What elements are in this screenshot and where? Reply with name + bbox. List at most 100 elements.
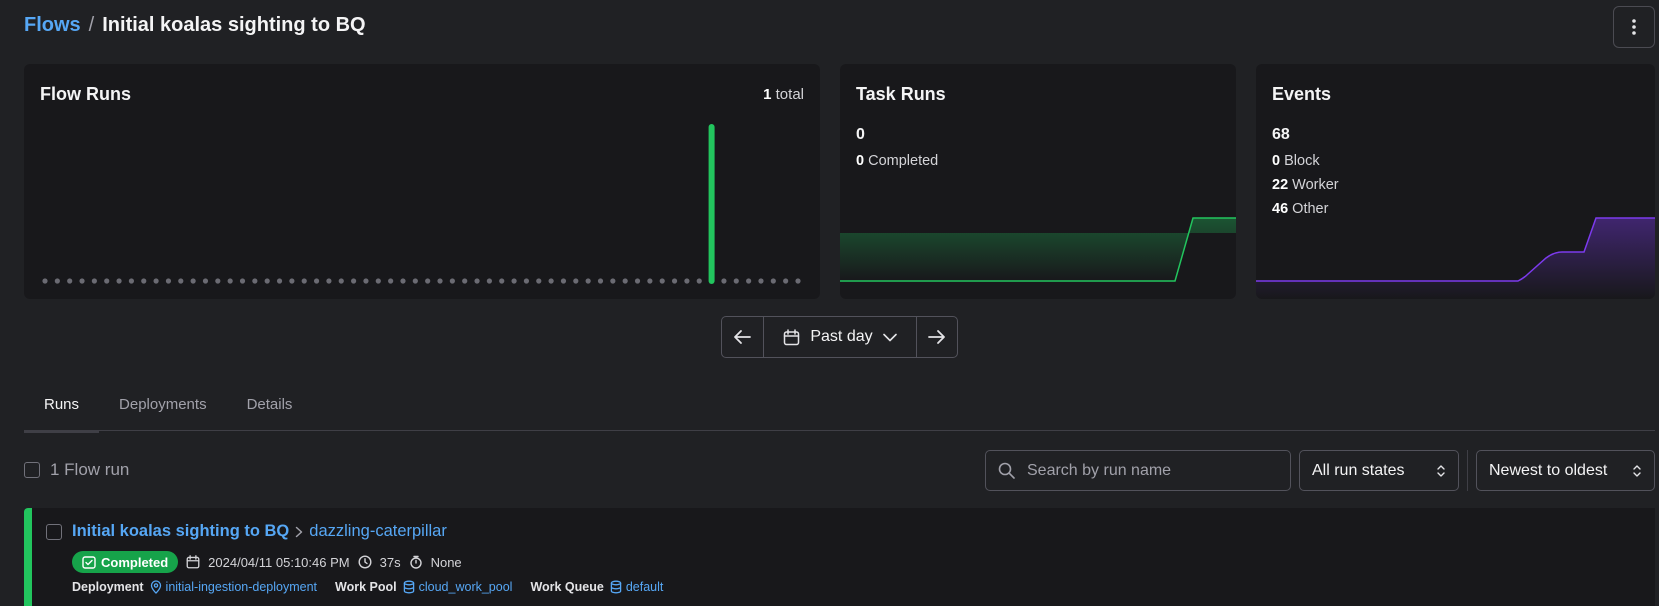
empty-bucket-dot <box>647 278 653 284</box>
empty-bucket-dot <box>54 278 60 284</box>
toolbar-divider <box>1467 450 1468 491</box>
events-sparkline <box>1256 217 1655 299</box>
events-block-label: Block <box>1284 153 1320 169</box>
empty-bucket-dot <box>610 278 616 284</box>
empty-bucket-dot <box>104 278 110 284</box>
task-runs-card: Task Runs 0 0 Completed <box>840 64 1236 299</box>
empty-bucket-dot <box>499 278 505 284</box>
deployment-label: Deployment <box>72 580 144 594</box>
empty-bucket-dot <box>511 278 517 284</box>
empty-bucket-dot <box>227 278 233 284</box>
run-flow-link[interactable]: Initial koalas sighting to BQ <box>72 522 289 541</box>
run-name-link[interactable]: dazzling-caterpillar <box>309 522 447 541</box>
date-range-select[interactable]: Past day <box>762 317 916 357</box>
run-duration: 37s <box>379 554 401 570</box>
flow-run-bar[interactable] <box>708 124 715 284</box>
arrow-right-icon <box>928 330 945 344</box>
work-pool-label: Work Pool <box>335 580 397 594</box>
breadcrumb: Flows / Initial koalas sighting to BQ <box>24 14 366 37</box>
run-meta: Completed 2024/04/11 05:10:46 PM 37s Non… <box>72 551 462 573</box>
empty-bucket-dot <box>116 278 122 284</box>
date-range-label: Past day <box>810 328 873 345</box>
empty-bucket-dot <box>388 278 394 284</box>
flow-runs-card: Flow Runs 1 total <box>24 64 820 299</box>
empty-bucket-dot <box>671 278 678 284</box>
flow-run-row: Initial koalas sighting to BQ dazzling-c… <box>24 508 1655 606</box>
tab-runs[interactable]: Runs <box>24 378 100 433</box>
task-runs-title: Task Runs <box>856 84 946 104</box>
empty-bucket-dot <box>67 278 73 284</box>
empty-bucket-dot <box>733 278 739 284</box>
kebab-menu-icon <box>1632 19 1636 35</box>
empty-bucket-dot <box>351 278 357 284</box>
task-runs-completed: 0 Completed <box>856 153 938 169</box>
work-queue-link[interactable]: default <box>626 580 664 594</box>
select-all-checkbox[interactable] <box>24 462 40 478</box>
task-runs-sparkline <box>840 217 1236 282</box>
task-runs-completed-label: Completed <box>868 153 939 169</box>
run-state-filter[interactable]: All run states <box>1299 450 1459 491</box>
empty-bucket-dot <box>449 278 455 284</box>
calendar-icon <box>784 328 800 345</box>
next-range-button[interactable] <box>916 317 957 357</box>
task-run-icon <box>409 555 422 569</box>
more-options-button[interactable] <box>1613 6 1655 48</box>
empty-bucket-dot <box>91 278 97 284</box>
empty-bucket-dot <box>746 278 752 284</box>
empty-bucket-dot <box>202 278 209 284</box>
breadcrumb-flows-link[interactable]: Flows <box>24 14 81 37</box>
empty-bucket-dot <box>622 278 628 284</box>
chevron-right-icon <box>296 526 303 537</box>
empty-bucket-dot <box>684 278 690 284</box>
work-pool-link[interactable]: cloud_work_pool <box>419 580 513 594</box>
tab-details[interactable]: Details <box>227 378 313 431</box>
empty-bucket-dot <box>758 278 764 284</box>
sort-arrows-icon <box>1633 464 1641 477</box>
clock-icon <box>358 555 372 569</box>
empty-bucket-dot <box>326 278 332 284</box>
empty-bucket-dot <box>585 278 591 284</box>
empty-bucket-dot <box>400 278 406 284</box>
run-select-checkbox[interactable] <box>46 524 62 540</box>
task-runs-area <box>840 218 1236 281</box>
date-range-control: Past day <box>721 316 958 358</box>
work-queue-label: Work Queue <box>530 580 604 594</box>
empty-bucket-dot <box>634 278 641 284</box>
flow-run-count: 1 Flow run <box>50 460 130 479</box>
search-input[interactable] <box>1027 461 1267 480</box>
empty-bucket-dot <box>573 278 579 284</box>
sort-select-value: Newest to oldest <box>1489 461 1608 479</box>
empty-bucket-dot <box>141 278 147 284</box>
database-icon <box>610 580 622 594</box>
tab-bar: Runs Deployments Details <box>24 378 1655 433</box>
search-icon <box>998 462 1015 479</box>
run-properties: Deployment initial-ingestion-deployment … <box>72 580 681 594</box>
sort-arrows-icon <box>1437 464 1445 477</box>
events-row-block: 0 Block <box>1272 153 1320 169</box>
empty-bucket-dot <box>462 278 468 284</box>
tab-deployments[interactable]: Deployments <box>99 378 227 431</box>
sort-select[interactable]: Newest to oldest <box>1476 450 1655 491</box>
breadcrumb-separator: / <box>88 14 95 36</box>
empty-bucket-dot <box>128 278 135 284</box>
previous-range-button[interactable] <box>722 317 763 357</box>
empty-bucket-dot <box>412 278 418 284</box>
run-title: Initial koalas sighting to BQ dazzling-c… <box>72 522 447 541</box>
state-badge-label: Completed <box>101 554 169 570</box>
empty-bucket-dot <box>338 278 344 284</box>
map-pin-icon <box>150 580 161 594</box>
empty-bucket-dot <box>783 278 789 284</box>
database-icon <box>403 580 414 594</box>
empty-bucket-dot <box>239 278 246 284</box>
check-square-icon <box>82 555 96 569</box>
events-block-count: 0 <box>1272 153 1281 169</box>
empty-bucket-dot <box>289 278 295 284</box>
deployment-link[interactable]: initial-ingestion-deployment <box>166 580 317 594</box>
empty-bucket-dot <box>597 278 604 284</box>
empty-bucket-dot <box>215 278 221 284</box>
run-task-runs: None <box>430 554 462 570</box>
run-start-time: 2024/04/11 05:10:46 PM <box>208 554 350 570</box>
empty-bucket-dot <box>696 278 702 284</box>
empty-bucket-dot <box>79 278 85 284</box>
task-runs-total: 0 <box>856 126 865 143</box>
